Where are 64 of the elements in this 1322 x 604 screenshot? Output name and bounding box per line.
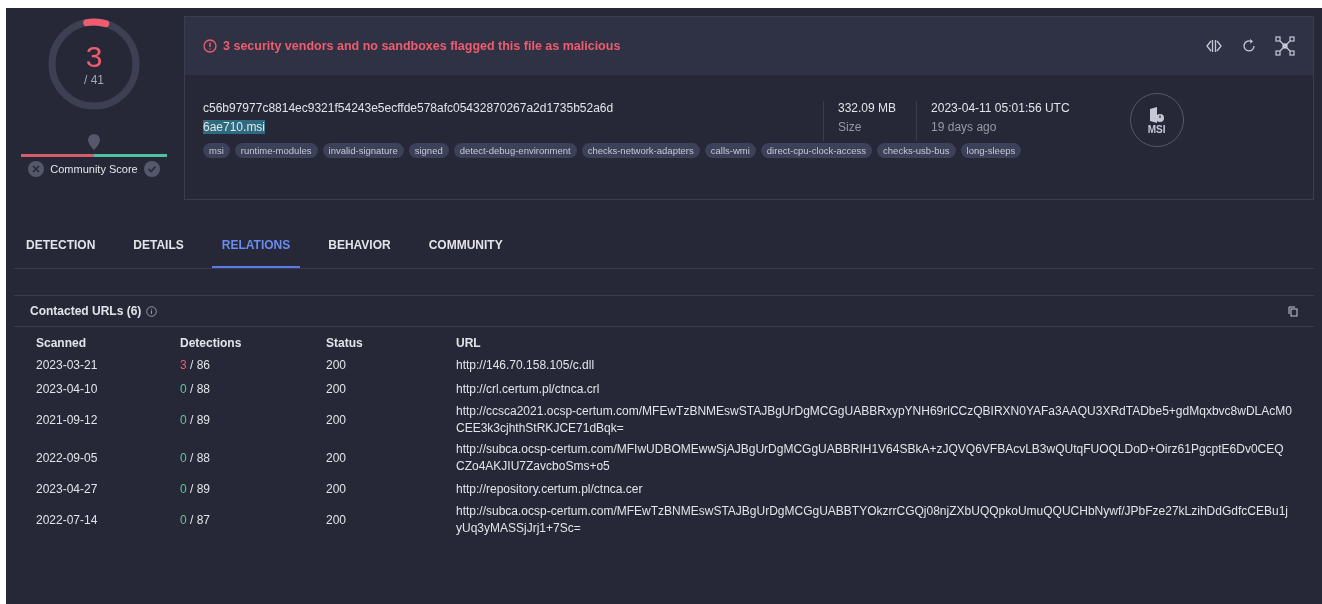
scan-date-cell-text: 2022-07-14 (36, 512, 99, 529)
scan-date-cell-text: 2023-04-27 (36, 481, 99, 498)
file-type-label: MSI (1147, 123, 1166, 135)
detection-count: 3 (85, 41, 103, 73)
url-link[interactable]: http://crl.certum.pl/ctnca.crl (456, 377, 1292, 401)
detections-cell-text: 3 / 86 (180, 357, 212, 374)
detection-total: / 41 (84, 73, 104, 87)
status-cell-text: 200 (326, 381, 348, 398)
url-link[interactable]: http://repository.certum.pl/ctnca.cer (456, 477, 1292, 501)
url-link[interactable]: http://146.70.158.105/c.dll (456, 353, 1292, 377)
check-icon (143, 161, 160, 177)
url-link[interactable]: http://subca.ocsp-certum.com/MFIwUDBOMEwwSjAJBgUrDgMCGgUABBRIH1V64SBkA+zJQVQ6VFBAcvLB3wQUtqFUOQLDoD+Oirz61PgcptE6Dv0CEQCZo4AKJIU7ZavcboSms+o5 (456, 439, 1292, 477)
column-header: Scanned (36, 335, 87, 352)
location-pin-icon (88, 134, 100, 150)
status-cell-text: 200 (326, 481, 348, 498)
tab[interactable]: COMMUNITY (428, 224, 503, 268)
refresh-icon[interactable] (1241, 38, 1257, 54)
detections-cell-text: 0 / 89 (180, 481, 212, 498)
column-header: URL (456, 335, 482, 352)
tab[interactable]: DETAILS (133, 224, 184, 268)
scan-date: 2023-04-11 05:01:56 UTC (931, 101, 1070, 115)
status-cell-text: 200 (326, 412, 348, 429)
detections-cell-text: 0 / 89 (180, 412, 212, 429)
section-title: Contacted URLs (6) (30, 304, 142, 318)
installer-icon (1147, 105, 1166, 124)
alert-icon (203, 39, 217, 53)
tab[interactable]: BEHAVIOR (328, 224, 391, 268)
detections-cell-text: 0 / 87 (180, 512, 212, 529)
scan-date-cell-text: 2023-04-10 (36, 381, 99, 398)
column-header: Status (326, 335, 364, 352)
url-link[interactable]: http://subca.ocsp-certum.com/MFEwTzBNMEswSTAJBgUrDgMCGgUABBTYOkzrrCGQj08njZXbUQQpkoUmuQQUCHbNywf/JPbFze27kLzihDdGdfcCEBu1jyUq3yMASSjJrj1+7Sc= (456, 501, 1292, 539)
status-cell-text: 200 (326, 512, 348, 529)
tag[interactable]: long-sleeps (960, 143, 1022, 158)
file-hash: c56b97977c8814ec9321f54243e5ecffde578afc05432870267a2d1735b52a6d (203, 101, 615, 115)
size-label: Size (838, 120, 863, 134)
tag[interactable]: signed (408, 143, 449, 158)
scan-age: 19 days ago (931, 120, 998, 134)
scan-date-cell-text: 2021-09-12 (36, 412, 99, 429)
graph-icon[interactable] (1275, 36, 1295, 56)
tag[interactable]: checks-usb-bus (877, 143, 956, 158)
compare-icon[interactable] (1205, 39, 1223, 53)
column-header: Detections (180, 335, 243, 352)
file-name: 6ae710.msi (203, 120, 266, 134)
scan-date-cell-text: 2023-03-21 (36, 357, 99, 374)
detections-cell-text: 0 / 88 (180, 381, 212, 398)
tag[interactable]: calls-wmi (704, 143, 756, 158)
tag[interactable]: invalid-signature (322, 143, 404, 158)
tab[interactable]: RELATIONS (211, 224, 301, 268)
close-icon (28, 161, 45, 177)
alert-message: 3 security vendors and no sandboxes flagged this file as malicious (223, 39, 621, 53)
status-cell-text: 200 (326, 450, 348, 467)
status-cell-text: 200 (326, 357, 348, 374)
scan-date-cell-text: 2022-09-05 (36, 450, 99, 467)
tag[interactable]: msi (203, 143, 230, 158)
tag[interactable]: detect-debug-environment (453, 143, 577, 158)
community-score-label: Community Score (50, 163, 138, 175)
copy-icon[interactable] (1288, 305, 1298, 317)
detections-cell-text: 0 / 88 (180, 450, 212, 467)
tag[interactable]: runtime-modules (234, 143, 318, 158)
tag[interactable]: direct-cpu-clock-access (760, 143, 873, 158)
tab[interactable]: DETECTION (26, 224, 96, 268)
info-icon (146, 305, 158, 317)
tag[interactable]: checks-network-adapters (581, 143, 700, 158)
file-size: 332.09 MB (838, 101, 897, 115)
